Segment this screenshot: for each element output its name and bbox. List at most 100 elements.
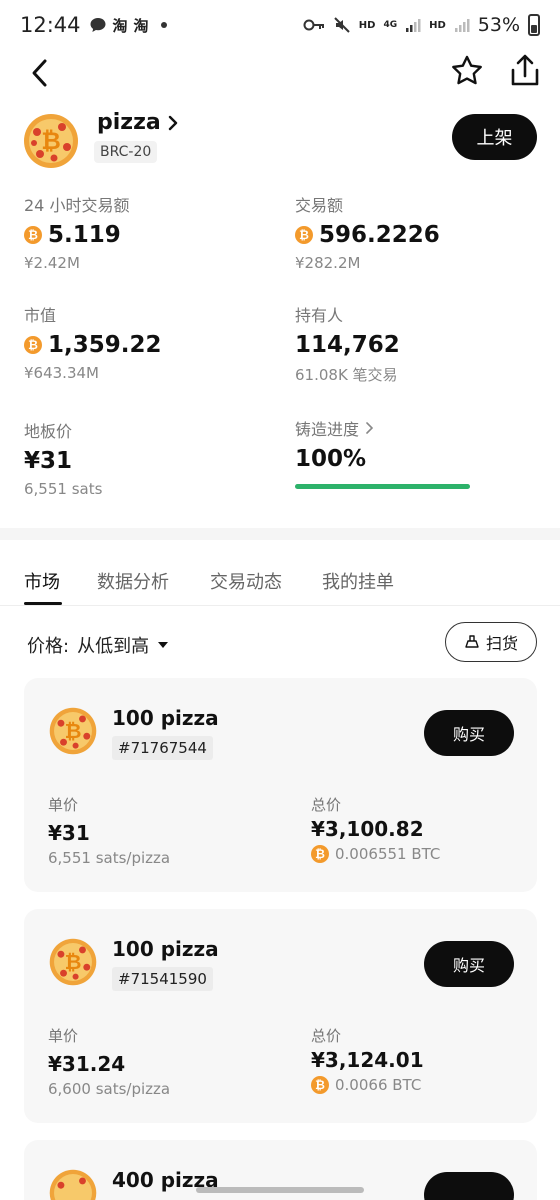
total-price-column: 总价 ¥3,100.82 ₿ 0.006551 BTC — [311, 794, 440, 863]
bitcoin-icon: ₿ — [24, 226, 42, 244]
token-name: pizza — [97, 110, 161, 135]
battery-percent: 53% — [477, 14, 520, 36]
tab-bar: 市场 数据分析 交易动态 我的挂单 — [0, 562, 560, 606]
stat-mint-progress[interactable]: 铸造进度 100% — [295, 416, 470, 489]
svg-text:₿: ₿ — [41, 127, 61, 155]
bitcoin-icon: ₿ — [24, 336, 42, 354]
stat-label: 交易额 — [295, 196, 344, 215]
stat-value: 100% — [295, 446, 367, 472]
chat-icon — [90, 18, 106, 32]
stat-holders: 持有人 114,762 61.08K 笔交易 — [295, 302, 400, 385]
stat-value: 1,359.22 — [48, 332, 162, 358]
tab-analytics[interactable]: 数据分析 — [97, 568, 169, 594]
buy-button[interactable]: 购买 — [424, 710, 514, 756]
tab-activity[interactable]: 交易动态 — [210, 568, 282, 594]
buy-button[interactable] — [424, 1172, 514, 1200]
stat-label: 铸造进度 — [295, 420, 360, 439]
sort-row: 价格: 从低到高 扫货 — [0, 620, 560, 662]
total-price-btc: 0.0066 BTC — [335, 1076, 422, 1094]
list-for-sale-button[interactable]: 上架 — [452, 114, 537, 160]
buy-button[interactable]: 购买 — [424, 941, 514, 987]
stat-floor-price: 地板价 ¥31 6,551 sats — [24, 418, 102, 498]
inscription-id: #71541590 — [112, 967, 213, 991]
unit-price-column: 单价 ¥31.24 6,600 sats/pizza — [48, 1025, 170, 1098]
sort-dropdown[interactable]: 价格: 从低到高 — [27, 632, 169, 658]
stat-sub: ¥2.42M — [24, 254, 80, 272]
pizza-token-logo — [49, 1169, 97, 1200]
status-bar: 12:44 淘 淘 HD 4G HD 53% — [0, 0, 560, 50]
dot-icon — [160, 22, 167, 28]
total-price-value: ¥3,100.82 — [311, 817, 424, 841]
unit-price-sats: 6,551 sats/pizza — [48, 849, 171, 867]
total-price-btc: 0.006551 BTC — [335, 845, 441, 863]
unit-price-value: ¥31 — [48, 821, 90, 845]
listing-amount: 100 pizza — [112, 706, 219, 730]
listing-amount: 100 pizza — [112, 937, 219, 961]
inscription-id: #71767544 — [112, 736, 213, 760]
stat-label: 市值 — [24, 306, 57, 325]
bitcoin-icon: ₿ — [295, 226, 313, 244]
total-price-label: 总价 — [311, 1027, 342, 1045]
unit-price-column: 单价 ¥31 6,551 sats/pizza — [48, 794, 170, 867]
home-indicator[interactable] — [196, 1187, 364, 1193]
unit-price-sats: 6,600 sats/pizza — [48, 1080, 171, 1098]
pizza-token-logo: ₿ — [24, 114, 78, 168]
network-hd-label: HD — [358, 19, 376, 31]
stat-value: 114,762 — [295, 332, 400, 358]
stat-label: 24 小时交易额 — [24, 196, 130, 215]
stat-sub: ¥643.34M — [24, 364, 99, 382]
sweep-label: 扫货 — [485, 634, 518, 653]
stat-value: ¥31 — [24, 448, 73, 474]
battery-icon — [528, 14, 540, 36]
sort-value: 从低到高 — [77, 636, 150, 657]
network-4g-label: 4G — [383, 20, 398, 30]
nav-bar — [0, 52, 560, 92]
listing-card: ₿ 100 pizza #71541590 购买 单价 ¥31.24 6,600… — [24, 909, 537, 1123]
back-arrow-icon[interactable] — [26, 56, 56, 90]
section-divider — [0, 528, 560, 540]
bitcoin-icon: ₿ — [311, 1076, 329, 1094]
stat-market-cap: 市值 ₿ 1,359.22 ¥643.34M — [24, 302, 162, 382]
signal-icon — [406, 19, 421, 32]
protocol-badge: BRC-20 — [94, 141, 158, 163]
caret-down-icon — [158, 642, 169, 648]
token-header: ₿ pizza BRC-20 上架 — [0, 110, 560, 170]
svg-text:₿: ₿ — [65, 719, 82, 743]
pizza-token-logo: ₿ — [49, 938, 97, 986]
unit-price-value: ¥31.24 — [48, 1052, 126, 1076]
stat-volume-total: 交易额 ₿ 596.2226 ¥282.2M — [295, 192, 440, 272]
share-icon[interactable] — [508, 52, 542, 88]
sort-label: 价格: — [27, 636, 70, 657]
total-price-value: ¥3,124.01 — [311, 1048, 424, 1072]
unit-price-label: 单价 — [48, 796, 79, 814]
stat-value: 596.2226 — [319, 222, 440, 248]
sweep-button[interactable]: 扫货 — [445, 622, 537, 662]
stat-sub: ¥282.2M — [295, 254, 361, 272]
taobao-icon: 淘 — [133, 16, 149, 35]
stat-label: 持有人 — [295, 306, 344, 325]
total-price-label: 总价 — [311, 796, 342, 814]
mute-icon — [334, 17, 350, 33]
chevron-right-icon — [168, 115, 177, 130]
total-price-column: 总价 ¥3,124.01 ₿ 0.0066 BTC — [311, 1025, 424, 1094]
stat-label: 地板价 — [24, 422, 73, 441]
chevron-right-icon — [366, 422, 374, 434]
key-icon — [303, 19, 324, 31]
stat-sub: 61.08K 笔交易 — [295, 366, 398, 384]
stat-sub: 6,551 sats — [24, 480, 103, 498]
broom-icon — [465, 635, 479, 648]
active-tab-indicator — [24, 602, 62, 605]
tab-market[interactable]: 市场 — [24, 568, 60, 594]
bitcoin-icon: ₿ — [311, 845, 329, 863]
stat-value: 5.119 — [48, 222, 121, 248]
svg-text:₿: ₿ — [65, 950, 82, 974]
tab-my-listings[interactable]: 我的挂单 — [322, 568, 394, 594]
mint-progress-fill — [295, 484, 470, 489]
stat-volume-24h: 24 小时交易额 ₿ 5.119 ¥2.42M — [24, 192, 129, 272]
unit-price-label: 单价 — [48, 1027, 79, 1045]
network-hd-label: HD — [429, 19, 446, 31]
token-name-link[interactable]: pizza — [97, 110, 179, 135]
favorite-star-icon[interactable] — [450, 54, 484, 88]
listing-card: ₿ 100 pizza #71767544 购买 单价 ¥31 6,551 sa… — [24, 678, 537, 892]
mint-progress-bar — [295, 484, 470, 489]
